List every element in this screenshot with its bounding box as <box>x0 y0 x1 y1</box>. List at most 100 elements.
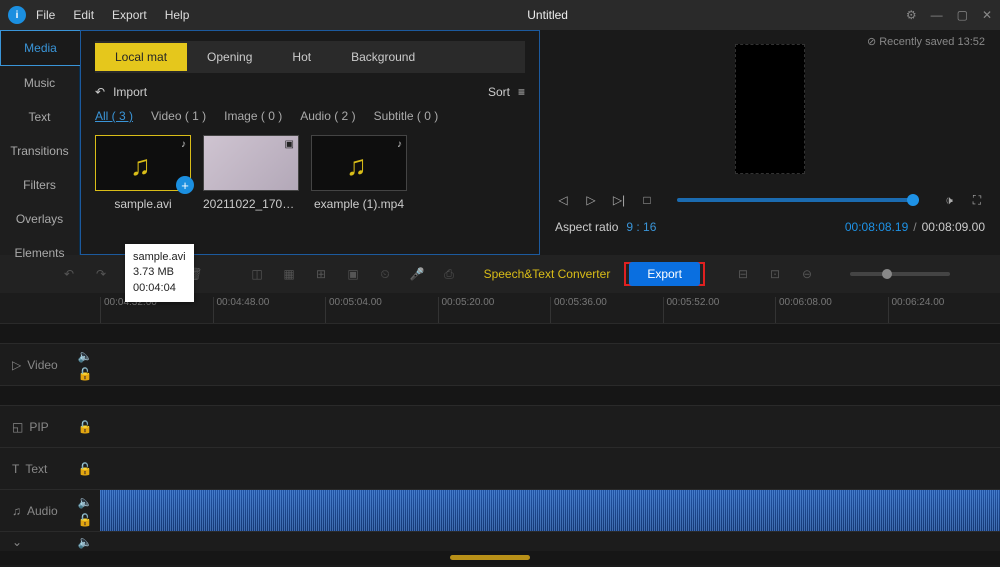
grid-icon[interactable]: ⊞ <box>312 265 330 283</box>
stop-icon[interactable]: □ <box>639 192 655 208</box>
track-content[interactable] <box>100 448 1000 489</box>
sidebar-item-media[interactable]: Media <box>0 30 80 66</box>
freeze-icon[interactable]: ▣ <box>344 265 362 283</box>
media-panel: Local mat Opening Hot Background ↶ Impor… <box>80 30 540 255</box>
track-label: Text <box>25 462 47 476</box>
horizontal-scrollbar[interactable] <box>0 551 1000 565</box>
track-extra[interactable]: ⌄ 🔈 <box>0 531 1000 551</box>
titlebar: i File Edit Export Help Untitled ⚙ — ▢ ✕ <box>0 0 1000 30</box>
audio-waveform[interactable] <box>100 490 1000 531</box>
video-icon: ▣ <box>285 139 294 150</box>
track-content[interactable] <box>100 532 1000 551</box>
track-label: Video <box>27 358 57 372</box>
snapshot-icon[interactable]: ⎙ <box>440 265 458 283</box>
transport-controls: ◁ ▷ ▷| □ 🕩 ⛶ <box>555 192 985 208</box>
menu-export[interactable]: Export <box>112 8 147 22</box>
sidebar-item-music[interactable]: Music <box>0 66 79 100</box>
ruler-tick: 00:05:04.00 <box>325 297 438 323</box>
music-note-icon <box>346 150 372 176</box>
next-frame-icon[interactable]: ▷| <box>611 192 627 208</box>
ruler-tick: 00:04:48.00 <box>213 297 326 323</box>
menu-file[interactable]: File <box>36 8 55 22</box>
play-icon[interactable]: ▷ <box>583 192 599 208</box>
tooltip-size: 3.73 MB <box>133 265 186 280</box>
track-label: PIP <box>29 420 48 434</box>
pip-track-icon: ◱ <box>12 420 23 434</box>
track-content[interactable] <box>100 406 1000 447</box>
sort-button[interactable]: Sort ≡ <box>488 85 525 99</box>
filter-video[interactable]: Video ( 1 ) <box>151 109 206 123</box>
add-to-timeline-icon[interactable]: + <box>176 176 194 194</box>
sidebar-item-transitions[interactable]: Transitions <box>0 134 79 168</box>
filter-all[interactable]: All ( 3 ) <box>95 109 133 123</box>
zoom-knob[interactable] <box>882 269 892 279</box>
filter-audio[interactable]: Audio ( 2 ) <box>300 109 355 123</box>
speech-text-converter[interactable]: Speech&Text Converter <box>484 267 611 281</box>
track-audio[interactable]: ♫Audio 🔈🔓 <box>0 489 1000 531</box>
media-thumb[interactable]: ♪ example (1).mp4 <box>311 135 407 211</box>
preview-viewport <box>735 44 805 174</box>
text-track-icon: T <box>12 462 19 476</box>
mute-icon[interactable]: 🔈 <box>78 535 93 549</box>
video-track-icon: ▷ <box>12 358 21 372</box>
volume-icon[interactable]: 🕩 <box>941 192 957 208</box>
undo-icon[interactable]: ↶ <box>60 265 78 283</box>
speed-icon[interactable]: ⏲ <box>376 265 394 283</box>
tab-background[interactable]: Background <box>331 43 435 71</box>
voice-icon[interactable]: 🎤 <box>408 265 426 283</box>
seek-knob[interactable] <box>907 194 919 206</box>
media-thumb[interactable]: ▣ 20211022_170955... <box>203 135 299 211</box>
sidebar-item-text[interactable]: Text <box>0 100 79 134</box>
minimize-icon[interactable]: — <box>931 8 943 22</box>
zoom-out-icon[interactable]: ⊖ <box>798 265 816 283</box>
thumb-image: ♪ <box>311 135 407 191</box>
track-video[interactable]: ▷ Video 🔈 🔓 <box>0 343 1000 385</box>
export-button[interactable]: Export <box>629 262 700 286</box>
seek-bar[interactable] <box>677 198 919 202</box>
crop-icon[interactable]: ◫ <box>248 265 266 283</box>
track-content[interactable] <box>100 344 1000 385</box>
track-content[interactable] <box>100 490 1000 531</box>
menu-bar: File Edit Export Help <box>36 8 189 22</box>
menu-help[interactable]: Help <box>165 8 190 22</box>
lock-icon[interactable]: 🔓 <box>78 367 93 381</box>
menu-edit[interactable]: Edit <box>73 8 94 22</box>
filter-image[interactable]: Image ( 0 ) <box>224 109 282 123</box>
mute-icon[interactable]: 🔈 <box>78 495 93 509</box>
media-thumb[interactable]: ♪ + sample.avi <box>95 135 191 211</box>
preview-panel: ⊘ Recently saved 13:52 ◁ ▷ ▷| □ 🕩 ⛶ Aspe… <box>540 30 1000 255</box>
mute-icon[interactable]: 🔈 <box>78 349 93 363</box>
close-icon[interactable]: ✕ <box>982 8 992 22</box>
tab-local[interactable]: Local mat <box>95 43 187 71</box>
prev-frame-icon[interactable]: ◁ <box>555 192 571 208</box>
sidebar-item-overlays[interactable]: Overlays <box>0 202 79 236</box>
mosaic-icon[interactable]: ▦ <box>280 265 298 283</box>
tab-hot[interactable]: Hot <box>272 43 331 71</box>
zoom-slider[interactable] <box>850 272 950 276</box>
aspect-ratio-value[interactable]: 9 : 16 <box>626 220 656 234</box>
redo-icon[interactable]: ↷ <box>92 265 110 283</box>
import-button[interactable]: ↶ Import <box>95 85 147 99</box>
time-separator: / <box>913 220 916 234</box>
settings-icon[interactable]: ⚙ <box>906 8 917 22</box>
marker-icon[interactable]: ⊟ <box>734 265 752 283</box>
filter-subtitle[interactable]: Subtitle ( 0 ) <box>374 109 439 123</box>
track-pip[interactable]: ◱ PIP 🔓 <box>0 405 1000 447</box>
lock-icon[interactable]: 🔓 <box>78 513 93 527</box>
audio-icon: ♪ <box>397 139 402 150</box>
sort-label: Sort <box>488 85 510 99</box>
saved-status: ⊘ Recently saved 13:52 <box>867 35 985 48</box>
chevron-down-icon[interactable]: ⌄ <box>12 535 22 549</box>
fit-icon[interactable]: ⊡ <box>766 265 784 283</box>
time-total: 00:08:09.00 <box>922 220 985 234</box>
sidebar-item-filters[interactable]: Filters <box>0 168 79 202</box>
fullscreen-icon[interactable]: ⛶ <box>969 192 985 208</box>
lock-icon[interactable]: 🔓 <box>78 420 93 434</box>
lock-icon[interactable]: 🔓 <box>78 462 93 476</box>
track-text[interactable]: T Text 🔓 <box>0 447 1000 489</box>
maximize-icon[interactable]: ▢ <box>957 8 968 22</box>
tab-opening[interactable]: Opening <box>187 43 272 71</box>
scrollbar-thumb[interactable] <box>450 555 530 560</box>
media-filters: All ( 3 ) Video ( 1 ) Image ( 0 ) Audio … <box>95 109 525 123</box>
time-current: 00:08:08.19 <box>845 220 908 234</box>
